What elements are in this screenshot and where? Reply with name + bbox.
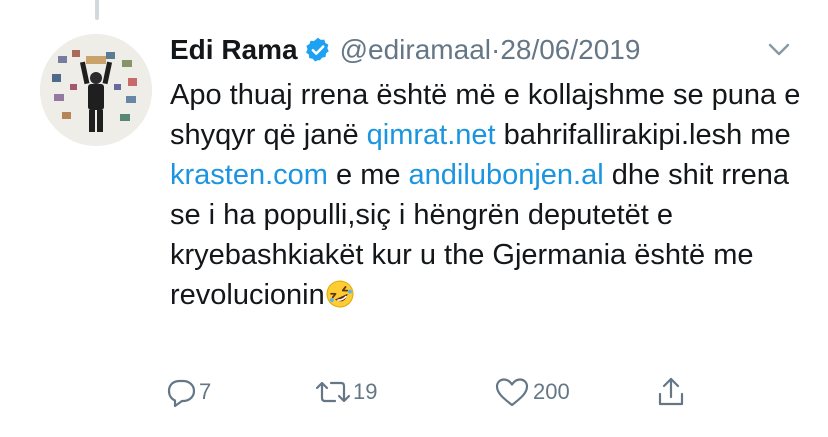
tweet-actions-bar: 7 19 200 <box>163 372 703 412</box>
thread-connector-line <box>95 0 99 20</box>
tweet-link-andilubonjen[interactable]: andilubonjen.al <box>409 159 604 191</box>
tweet-link-qimrat[interactable]: qimrat.net <box>367 119 496 151</box>
tweet-text-segment: e me <box>327 159 409 191</box>
avatar-photo <box>40 34 152 146</box>
author-name[interactable]: Edi Rama <box>170 34 298 66</box>
heart-icon <box>493 374 531 410</box>
reply-count: 7 <box>199 379 212 404</box>
reply-button[interactable]: 7 <box>163 372 211 412</box>
more-options-chevron-down-icon[interactable] <box>764 40 794 60</box>
share-icon <box>653 374 689 410</box>
retweet-button[interactable]: 19 <box>313 372 377 412</box>
date-separator: · <box>490 34 501 65</box>
author-handle[interactable]: @ediramaal <box>340 34 491 66</box>
rolling-on-the-floor-laughing-emoji-icon <box>325 279 355 309</box>
tweet-header: Edi Rama @ediramaal · 28/06/2019 <box>170 32 640 68</box>
avatar[interactable] <box>40 34 152 146</box>
retweet-icon <box>313 374 353 410</box>
like-count: 200 <box>533 379 570 404</box>
share-button[interactable] <box>653 372 689 412</box>
reply-icon <box>163 374 199 410</box>
tweet-text: Apo thuaj rrena është më e kollajshme se… <box>170 75 810 315</box>
tweet-text-segment: bahrifallirakipi.lesh me <box>495 119 791 151</box>
verified-badge-icon <box>304 36 332 64</box>
tweet-date[interactable]: 28/06/2019 <box>500 34 640 66</box>
like-button[interactable]: 200 <box>493 372 570 412</box>
retweet-count: 19 <box>353 379 378 404</box>
tweet-link-krasten[interactable]: krasten.com <box>170 159 328 191</box>
